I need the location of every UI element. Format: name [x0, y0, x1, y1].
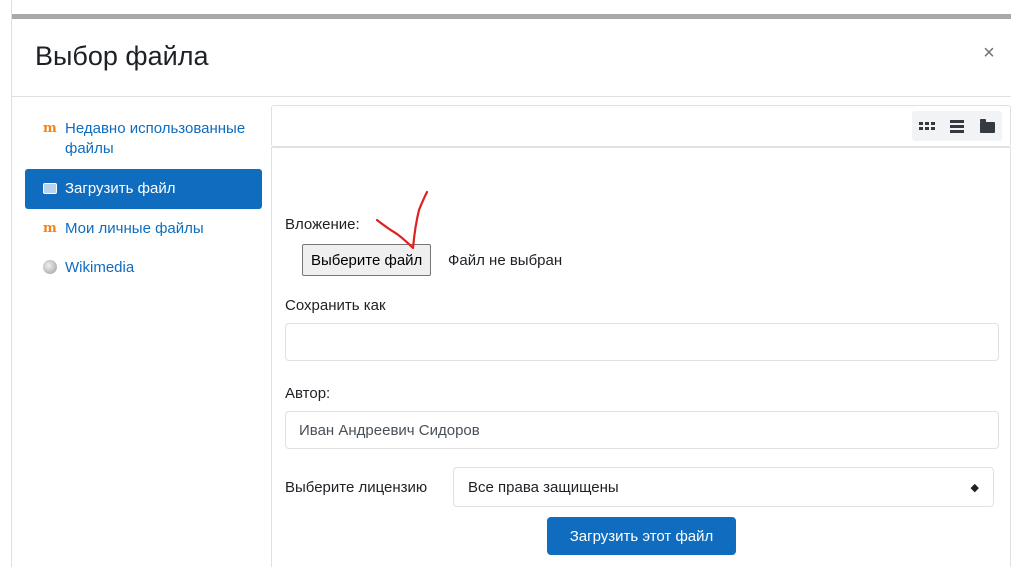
sidebar-item-private-files[interactable]: m Мои личные файлы — [25, 209, 262, 249]
list-view-button[interactable] — [942, 111, 972, 141]
license-selected-value: Все права защищены — [468, 479, 619, 496]
author-label: Автор: — [285, 385, 331, 402]
red-checkmark-annotation — [375, 190, 429, 250]
wikimedia-icon — [43, 258, 61, 278]
sidebar-item-label: Мои личные файлы — [65, 220, 204, 237]
folder-view-icon — [979, 118, 995, 133]
dialog-title: Выбор файла — [35, 41, 209, 71]
upload-this-file-button[interactable]: Загрузить этот файл — [547, 517, 736, 555]
background-page-edge — [0, 0, 12, 567]
sidebar-item-label: Недавно использованные файлы — [65, 120, 246, 157]
close-button[interactable]: × — [977, 41, 1001, 65]
folder-view-button[interactable] — [972, 111, 1002, 141]
author-input[interactable] — [285, 411, 999, 449]
select-arrows-icon: ◆ — [970, 482, 979, 494]
file-picker-dialog: Выбор файла × m Недавно использованные ф… — [12, 19, 1011, 567]
list-view-icon — [950, 119, 964, 133]
view-switcher — [912, 111, 1002, 141]
save-as-input[interactable] — [285, 323, 999, 361]
license-label: Выберите лицензию — [285, 479, 428, 496]
sidebar-item-label: Загрузить файл — [65, 180, 176, 197]
repository-sidebar: m Недавно использованные файлы Загрузить… — [25, 113, 262, 287]
moodle-icon: m — [43, 121, 57, 136]
upload-icon — [43, 179, 61, 199]
attachment-label: Вложение: — [285, 216, 360, 233]
grid-view-icon — [919, 122, 935, 130]
sidebar-item-label: Wikimedia — [65, 259, 135, 276]
moodle-icon: m — [43, 221, 57, 236]
license-select[interactable]: Все права защищены ◆ — [453, 467, 994, 507]
grid-view-button[interactable] — [912, 111, 942, 141]
save-as-label: Сохранить как — [285, 297, 386, 314]
file-picker-toolbar — [271, 105, 1011, 147]
sidebar-item-recent-files[interactable]: m Недавно использованные файлы — [25, 113, 262, 169]
sidebar-item-wikimedia[interactable]: Wikimedia — [25, 249, 262, 287]
file-status-text: Файл не выбран — [448, 252, 563, 269]
dialog-header: Выбор файла × — [12, 19, 1011, 97]
sidebar-item-upload-file[interactable]: Загрузить файл — [25, 169, 262, 209]
